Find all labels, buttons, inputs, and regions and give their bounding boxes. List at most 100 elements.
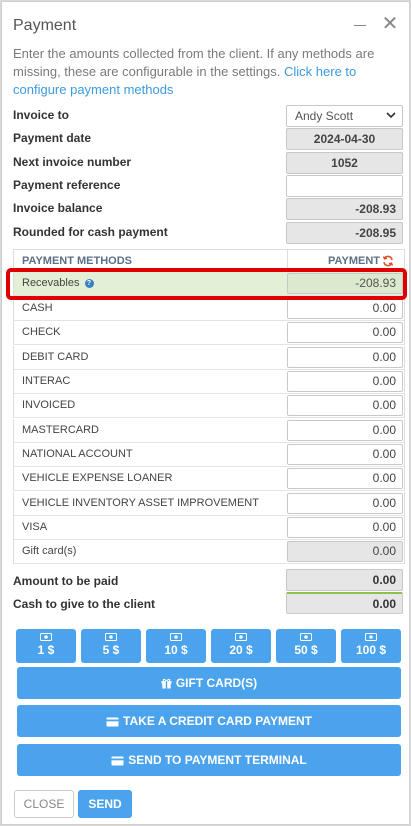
cash-50-label: 50 $ bbox=[294, 643, 318, 657]
close-icon[interactable]: ✕ bbox=[381, 14, 399, 34]
invoice-balance-field: -208.93 bbox=[286, 198, 403, 220]
payment-reference-label: Payment reference bbox=[13, 178, 121, 192]
amount-input[interactable]: 0.00 bbox=[287, 444, 403, 465]
table-row-recevables: Recevables ? -208.93 bbox=[13, 272, 405, 296]
refresh-icon[interactable] bbox=[382, 255, 394, 267]
rounded-cash-row: Rounded for cash payment -208.95 bbox=[13, 222, 403, 244]
help-icon[interactable]: ? bbox=[84, 279, 94, 288]
amount-to-pay-value: 0.00 bbox=[286, 569, 403, 591]
table-row: VEHICLE EXPENSE LOANER 0.00 bbox=[13, 467, 405, 491]
method-label: NATIONAL ACCOUNT bbox=[22, 448, 133, 460]
payment-terminal-label: SEND TO PAYMENT TERMINAL bbox=[128, 753, 307, 767]
cash-to-give-label: Cash to give to the client bbox=[13, 597, 156, 611]
send-button[interactable]: SEND bbox=[78, 790, 132, 818]
table-row: CHECK 0.00 bbox=[13, 321, 405, 345]
method-label: VEHICLE INVENTORY ASSET IMPROVEMENT bbox=[22, 497, 259, 509]
credit-card-icon bbox=[111, 756, 124, 766]
cash-1-label: 1 $ bbox=[37, 643, 55, 657]
table-row: VISA 0.00 bbox=[13, 516, 405, 540]
cash-5-label: 5 $ bbox=[102, 643, 120, 657]
payment-date-field: 2024-04-30 bbox=[286, 128, 403, 150]
payment-reference-row: Payment reference bbox=[13, 175, 403, 197]
gift-card-button[interactable]: GIFT CARD(S) bbox=[17, 667, 401, 699]
cash-50-button[interactable]: 50 $ bbox=[276, 629, 336, 663]
amount-input[interactable]: 0.00 bbox=[287, 347, 403, 368]
amount-input[interactable]: 0.00 bbox=[287, 493, 403, 514]
method-label: DEBIT CARD bbox=[22, 351, 89, 363]
payment-terminal-button[interactable]: SEND TO PAYMENT TERMINAL bbox=[17, 744, 401, 776]
table-row: VEHICLE INVENTORY ASSET IMPROVEMENT 0.00 bbox=[13, 492, 405, 516]
payment-date-row: Payment date 2024-04-30 bbox=[13, 128, 403, 150]
method-label: INVOICED bbox=[22, 399, 76, 411]
banknote-icon bbox=[300, 633, 312, 641]
cash-10-button[interactable]: 10 $ bbox=[146, 629, 206, 663]
amount-input[interactable]: 0.00 bbox=[287, 298, 403, 319]
payment-date-label: Payment date bbox=[13, 131, 92, 145]
table-row-gift-cards: Gift card(s) 0.00 bbox=[13, 540, 405, 564]
rounded-cash-field: -208.95 bbox=[286, 222, 403, 244]
amount-input[interactable]: -208.93 bbox=[287, 273, 403, 294]
header-divider bbox=[287, 250, 288, 271]
cash-5-button[interactable]: 5 $ bbox=[81, 629, 141, 663]
cash-10-label: 10 $ bbox=[164, 643, 188, 657]
header-methods: PAYMENT METHODS bbox=[22, 255, 133, 267]
invoice-to-label: Invoice to bbox=[13, 108, 70, 122]
invoice-balance-label: Invoice balance bbox=[13, 201, 103, 215]
dialog-header: Payment ✕ bbox=[2, 2, 409, 48]
method-label: VEHICLE EXPENSE LOANER bbox=[22, 472, 173, 484]
banknote-icon bbox=[40, 633, 52, 641]
method-label: CASH bbox=[22, 302, 53, 314]
next-invoice-row: Next invoice number 1052 bbox=[13, 152, 403, 174]
header-payment: PAYMENT bbox=[328, 255, 380, 267]
amount-input[interactable]: 0.00 bbox=[287, 420, 403, 441]
cash-100-button[interactable]: 100 $ bbox=[341, 629, 401, 663]
gift-icon bbox=[161, 678, 172, 689]
table-row: DEBIT CARD 0.00 bbox=[13, 346, 405, 370]
next-invoice-field: 1052 bbox=[286, 152, 403, 174]
cash-20-button[interactable]: 20 $ bbox=[211, 629, 271, 663]
invoice-to-row: Invoice to Andy Scott bbox=[13, 105, 403, 127]
invoice-balance-row: Invoice balance -208.93 bbox=[13, 198, 403, 220]
dialog-description: Enter the amounts collected from the cli… bbox=[13, 45, 398, 99]
cash-100-label: 100 $ bbox=[355, 643, 387, 657]
credit-card-icon bbox=[106, 717, 119, 727]
gift-card-label: GIFT CARD(S) bbox=[175, 676, 258, 690]
recevables-label: Recevables bbox=[22, 277, 80, 289]
amount-input[interactable]: 0.00 bbox=[287, 322, 403, 343]
amount-input[interactable]: 0.00 bbox=[287, 468, 403, 489]
cash-20-label: 20 $ bbox=[229, 643, 253, 657]
amount-input[interactable]: 0.00 bbox=[287, 395, 403, 416]
table-header: PAYMENT METHODS PAYMENT bbox=[13, 249, 405, 272]
method-label: MASTERCARD bbox=[22, 424, 100, 436]
amount-field: 0.00 bbox=[287, 541, 403, 562]
method-label: INTERAC bbox=[22, 375, 71, 387]
method-label: VISA bbox=[22, 521, 48, 533]
close-button[interactable]: CLOSE bbox=[14, 790, 74, 818]
table-row: CASH 0.00 bbox=[13, 297, 405, 321]
method-label: Gift card(s) bbox=[22, 545, 77, 557]
invoice-to-select[interactable]: Andy Scott bbox=[286, 105, 403, 127]
rounded-cash-label: Rounded for cash payment bbox=[13, 225, 168, 239]
amount-to-pay-label: Amount to be paid bbox=[13, 574, 119, 588]
chevron-down-icon bbox=[386, 112, 396, 119]
table-row: NATIONAL ACCOUNT 0.00 bbox=[13, 443, 405, 467]
method-label: Recevables ? bbox=[22, 277, 94, 289]
table-row: INVOICED 0.00 bbox=[13, 394, 405, 418]
cash-1-button[interactable]: 1 $ bbox=[16, 629, 76, 663]
banknote-icon bbox=[235, 633, 247, 641]
table-row: INTERAC 0.00 bbox=[13, 370, 405, 394]
amount-input[interactable]: 0.00 bbox=[287, 517, 403, 538]
dialog-title: Payment bbox=[13, 17, 77, 34]
method-label: CHECK bbox=[22, 326, 61, 338]
payment-reference-input[interactable] bbox=[286, 175, 403, 197]
credit-card-button[interactable]: TAKE A CREDIT CARD PAYMENT bbox=[17, 705, 401, 737]
table-row: MASTERCARD 0.00 bbox=[13, 419, 405, 443]
credit-card-label: TAKE A CREDIT CARD PAYMENT bbox=[123, 714, 312, 728]
amount-to-pay-row: Amount to be paid 0.00 bbox=[13, 569, 403, 591]
invoice-to-value: Andy Scott bbox=[295, 109, 354, 123]
minimize-icon[interactable] bbox=[352, 14, 368, 34]
amount-input[interactable]: 0.00 bbox=[287, 371, 403, 392]
payment-dialog: Payment ✕ Enter the amounts collected fr… bbox=[1, 1, 410, 825]
banknote-icon bbox=[105, 633, 117, 641]
banknote-icon bbox=[170, 633, 182, 641]
